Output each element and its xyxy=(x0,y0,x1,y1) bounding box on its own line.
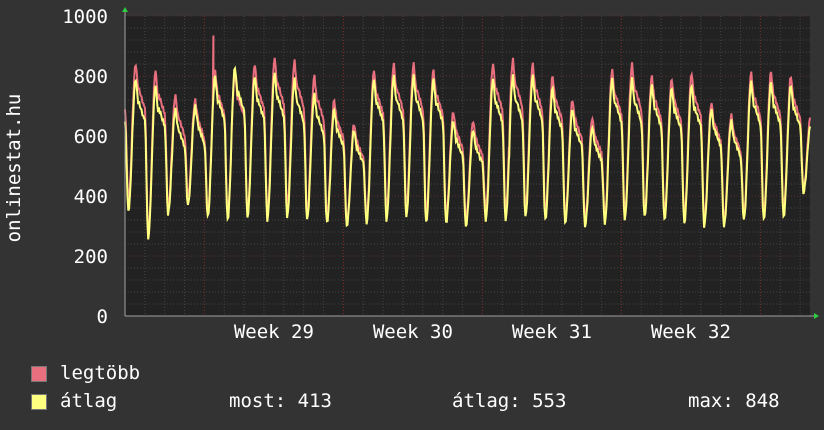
y-axis-label: onlinestat.hu xyxy=(3,93,25,243)
legend-label-legtobb: legtöbb xyxy=(60,362,141,384)
stat-max: max: 848 xyxy=(688,390,780,412)
legend-swatch-atlag xyxy=(31,394,47,410)
legend-label-atlag: átlag xyxy=(60,390,118,412)
y-tick-label: 0 xyxy=(97,306,108,328)
x-tick-label: Week 32 xyxy=(651,321,731,343)
y-tick-label: 800 xyxy=(74,66,108,88)
stat-average: átlag: 553 xyxy=(452,390,567,412)
x-tick-label: Week 30 xyxy=(373,321,453,343)
stat-now: most: 413 xyxy=(229,390,332,412)
y-tick-label: 600 xyxy=(74,126,108,148)
y-axis-arrow xyxy=(122,7,128,12)
y-tick-label: 200 xyxy=(74,246,108,268)
x-tick-label: Week 31 xyxy=(512,321,592,343)
y-tick-label: 1000 xyxy=(62,6,108,28)
x-axis-arrow xyxy=(814,313,819,319)
y-tick-label: 400 xyxy=(74,186,108,208)
x-tick-label: Week 29 xyxy=(234,321,314,343)
legend: legtöbb átlag most: 413 átlag: 553 max: … xyxy=(31,362,811,422)
legend-swatch-legtobb xyxy=(31,366,47,382)
